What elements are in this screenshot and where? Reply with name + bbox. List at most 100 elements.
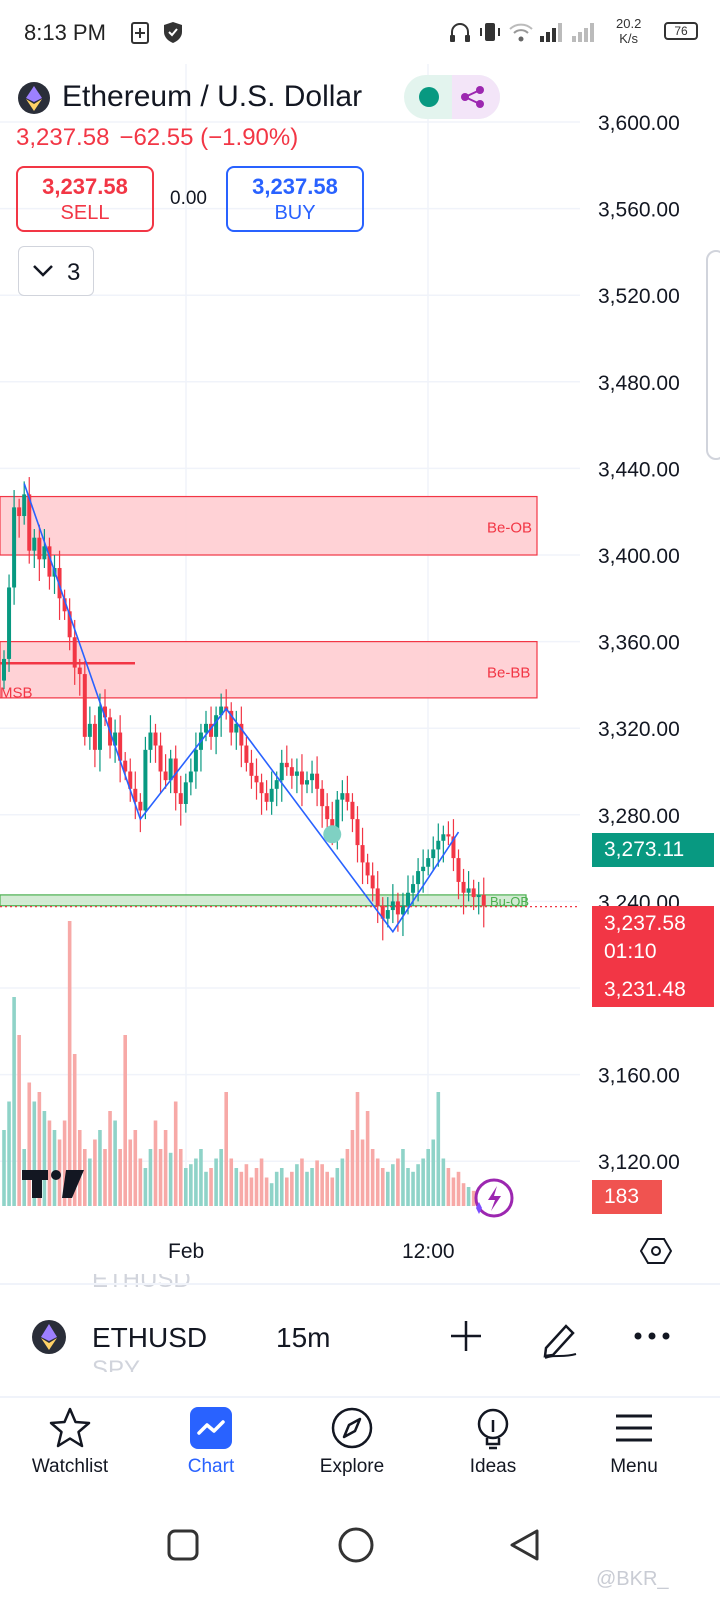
candle — [390, 901, 395, 911]
volume-bar — [310, 1168, 314, 1206]
chart-icon — [190, 1407, 232, 1449]
volume-bar — [244, 1164, 249, 1206]
volume-bar — [421, 1158, 425, 1206]
nav-ideas[interactable]: Ideas — [433, 1406, 553, 1478]
candle — [446, 834, 451, 837]
time-label-noon: 12:00 — [402, 1240, 455, 1263]
symbol-selector[interactable]: ETHUSD — [92, 1322, 207, 1354]
candle — [7, 587, 12, 659]
volume-bar — [365, 1111, 370, 1206]
home-icon[interactable] — [336, 1525, 376, 1565]
nav-watchlist[interactable]: Watchlist — [10, 1406, 130, 1478]
price-axis-label: 3,440.00 — [598, 458, 680, 481]
sell-button[interactable]: 3,237.58 SELL — [16, 166, 154, 232]
volume-bar — [264, 1177, 269, 1206]
price-axis-label: 3,280.00 — [598, 805, 680, 828]
price-axis-label: 3,480.00 — [598, 372, 680, 395]
candle — [395, 901, 400, 915]
volume-bar — [274, 1171, 279, 1206]
nav-chart[interactable]: Chart — [151, 1406, 271, 1478]
candle — [416, 871, 421, 885]
volume-bar — [93, 1139, 97, 1206]
indicator-count: 3 — [67, 259, 81, 286]
volume-bar — [355, 1092, 360, 1206]
volume-bar — [451, 1177, 456, 1206]
symbol-title[interactable]: Ethereum / U.S. Dollar — [62, 80, 362, 114]
volume-bar — [300, 1158, 304, 1206]
drawing-pen-icon[interactable] — [540, 1318, 582, 1360]
candle — [254, 775, 259, 783]
candle — [178, 793, 183, 804]
candle — [274, 780, 279, 789]
add-icon[interactable] — [448, 1318, 484, 1354]
price-tag-red: 3,231.48 — [592, 973, 714, 1007]
candle — [310, 773, 315, 781]
candle — [406, 892, 410, 906]
volume-bar — [7, 1101, 11, 1206]
volume-bar — [219, 1149, 223, 1206]
candle — [193, 749, 198, 772]
candle — [441, 834, 446, 841]
volume-bar — [103, 1149, 107, 1206]
price-axis-label: 3,120.00 — [598, 1151, 680, 1174]
candle — [12, 507, 17, 588]
share-icon[interactable] — [460, 85, 486, 109]
volume-bar — [335, 1168, 340, 1206]
network-speed: 20.2 K/s — [616, 16, 642, 46]
volume-bar — [229, 1158, 234, 1206]
nav-menu[interactable]: Menu — [574, 1406, 694, 1478]
volume-bar — [209, 1168, 213, 1206]
candle — [82, 674, 87, 737]
volume-bar — [340, 1158, 345, 1206]
volume-bar — [396, 1158, 400, 1206]
candle — [138, 801, 143, 811]
volume-bar — [199, 1149, 203, 1206]
volume-bar — [436, 1092, 441, 1206]
side-panel-handle[interactable] — [706, 250, 720, 460]
timeframe-selector[interactable]: 15m — [276, 1322, 330, 1354]
toolbar-divider — [0, 1283, 720, 1285]
more-options-icon[interactable] — [632, 1328, 672, 1344]
buy-button[interactable]: 3,237.58 BUY — [226, 166, 364, 232]
recent-apps-icon[interactable] — [166, 1528, 200, 1562]
candle — [244, 745, 249, 763]
volume-bar — [12, 997, 16, 1206]
volume-bar — [456, 1171, 461, 1206]
volume-bar — [461, 1183, 466, 1206]
candle — [360, 845, 365, 863]
candle — [158, 745, 163, 772]
signal-icon — [540, 23, 562, 42]
volume-bar — [17, 1035, 21, 1206]
zone-label: Be-OB — [487, 520, 532, 537]
volume-bar — [370, 1149, 375, 1206]
volume-bar — [184, 1168, 188, 1206]
candle — [315, 773, 320, 789]
compass-icon — [331, 1407, 373, 1449]
volume-bar — [234, 1168, 239, 1206]
candle — [204, 723, 208, 733]
volume-bar — [305, 1171, 309, 1206]
battery-level: 76 — [664, 22, 698, 40]
candle — [188, 771, 193, 783]
candle — [365, 862, 370, 876]
lightning-icon[interactable] — [470, 1178, 514, 1222]
chart-settings-icon[interactable] — [640, 1236, 672, 1266]
volume-bar — [315, 1160, 319, 1206]
candle — [426, 858, 431, 867]
candle — [471, 888, 476, 898]
bar-countdown: 01:10 — [604, 940, 657, 963]
candle — [17, 507, 22, 517]
volume-bar — [279, 1168, 284, 1206]
indicators-toggle[interactable]: 3 — [18, 246, 94, 296]
volume-tag: 183 — [592, 1180, 662, 1214]
nav-explore[interactable]: Explore — [292, 1406, 412, 1478]
candle — [456, 858, 461, 882]
battery-saver-icon — [131, 22, 149, 44]
market-status-pill[interactable] — [404, 75, 500, 119]
candle — [249, 762, 254, 776]
watermark: @BKR_ — [596, 1568, 669, 1590]
back-icon[interactable] — [508, 1528, 542, 1562]
price-chart[interactable]: 3,600.00 3,560.00 3,520.00 3,480.00 3,440.00… — [0, 64, 720, 1254]
candle — [259, 782, 264, 794]
volume-bar — [446, 1168, 451, 1206]
